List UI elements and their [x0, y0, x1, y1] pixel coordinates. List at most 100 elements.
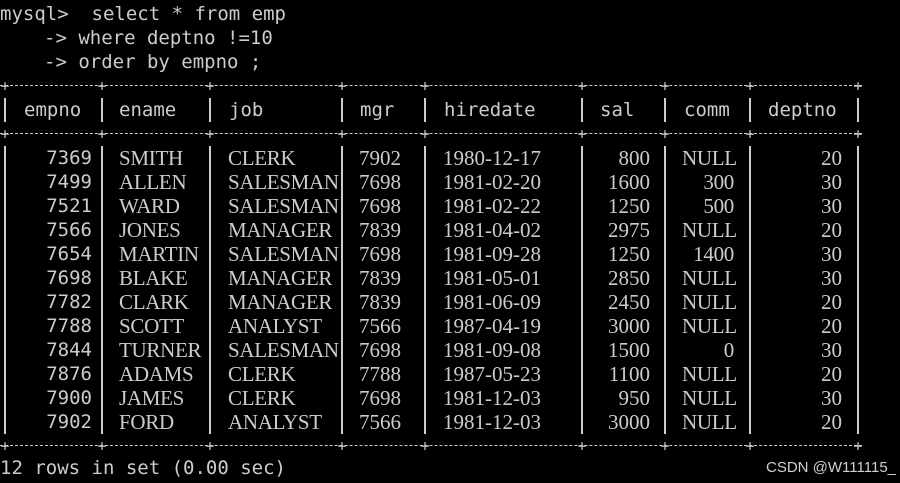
- cell-hiredate: 1981-12-03: [443, 386, 541, 410]
- cell-hiredate: 1981-09-28: [443, 242, 541, 266]
- cell-comm: NULL: [682, 266, 737, 290]
- cell-comm: 500: [703, 194, 734, 218]
- cell-hiredate: 1981-12-03: [443, 410, 541, 434]
- column-header-deptno: deptno: [768, 99, 837, 121]
- column-divider-header: [4, 98, 6, 122]
- border-corner: +: [660, 125, 670, 143]
- border-corner: +: [420, 437, 430, 455]
- border-corner: +: [97, 125, 107, 143]
- column-divider-header: [664, 98, 666, 122]
- border-corner: +: [853, 437, 863, 455]
- cell-sal: 1250: [608, 194, 650, 218]
- cell-deptno: 20: [821, 218, 842, 242]
- cell-comm: NULL: [682, 146, 737, 170]
- cell-mgr: 7698: [359, 170, 401, 194]
- cell-job: CLERK: [228, 362, 296, 386]
- border-corner: +: [337, 77, 347, 95]
- cell-deptno: 30: [821, 386, 842, 410]
- cell-ename: FORD: [119, 410, 174, 434]
- cell-mgr: 7902: [359, 146, 401, 170]
- cell-sal: 950: [618, 386, 651, 410]
- column-header-comm: comm: [684, 99, 730, 121]
- cell-deptno: 20: [821, 410, 842, 434]
- column-divider-body: [424, 146, 426, 434]
- column-divider-body: [581, 146, 583, 434]
- cell-ename: TURNER: [119, 338, 202, 362]
- column-divider-body: [749, 146, 751, 434]
- cell-job: MANAGER: [228, 290, 333, 314]
- cell-ename: MARTIN: [119, 242, 199, 266]
- cell-hiredate: 1987-04-19: [443, 314, 541, 338]
- border-corner: +: [745, 77, 755, 95]
- column-divider-body: [664, 146, 666, 434]
- cell-ename: SCOTT: [119, 314, 185, 338]
- cell-mgr: 7698: [359, 194, 401, 218]
- border-corner: +: [420, 125, 430, 143]
- cell-empno: 7566: [46, 219, 92, 241]
- border-corner: +: [660, 437, 670, 455]
- cell-job: SALESMAN: [228, 194, 339, 218]
- cell-sal: 1500: [608, 338, 650, 362]
- cell-deptno: 30: [821, 170, 842, 194]
- column-header-empno: empno: [24, 99, 82, 121]
- border-corner: +: [853, 77, 863, 95]
- watermark: CSDN @W111115_: [766, 459, 896, 476]
- cell-job: SALESMAN: [228, 170, 339, 194]
- border-corner: +: [205, 437, 215, 455]
- column-divider-header: [341, 98, 343, 122]
- border-corner: +: [420, 77, 430, 95]
- cell-deptno: 20: [821, 362, 842, 386]
- cell-sal: 2975: [608, 218, 650, 242]
- cell-empno: 7788: [46, 315, 92, 337]
- cell-mgr: 7839: [359, 266, 401, 290]
- cell-mgr: 7698: [359, 386, 401, 410]
- cell-comm: 1400: [693, 242, 734, 266]
- cell-sal: 800: [618, 146, 651, 170]
- cell-sal: 3000: [608, 410, 650, 434]
- column-divider-body: [101, 146, 103, 434]
- cell-job: ANALYST: [228, 410, 322, 434]
- cell-comm: NULL: [682, 290, 737, 314]
- column-divider-body: [4, 146, 6, 434]
- border-corner: +: [97, 77, 107, 95]
- cell-ename: WARD: [119, 194, 180, 218]
- column-divider-header: [581, 98, 583, 122]
- cell-mgr: 7566: [359, 410, 401, 434]
- cell-deptno: 20: [821, 290, 842, 314]
- cell-empno: 7499: [46, 171, 92, 193]
- cell-hiredate: 1980-12-17: [443, 146, 541, 170]
- cell-mgr: 7698: [359, 242, 401, 266]
- cell-sal: 1100: [608, 362, 650, 386]
- cell-hiredate: 1987-05-23: [443, 362, 541, 386]
- cell-mgr: 7788: [359, 362, 401, 386]
- query-line-3: -> order by empno ;: [44, 51, 262, 73]
- column-divider-body: [341, 146, 343, 434]
- cell-ename: JAMES: [119, 386, 185, 410]
- cell-empno: 7844: [46, 339, 92, 361]
- cell-sal: 1250: [608, 242, 650, 266]
- table-border-header: [0, 122, 862, 146]
- result-status: 12 rows in set (0.00 sec): [0, 457, 286, 479]
- cell-job: MANAGER: [228, 266, 333, 290]
- cell-hiredate: 1981-02-20: [443, 170, 541, 194]
- border-corner: +: [0, 77, 10, 95]
- cell-ename: JONES: [119, 218, 181, 242]
- table-border-top: [0, 74, 862, 98]
- column-divider-header: [209, 98, 211, 122]
- cell-comm: NULL: [682, 410, 737, 434]
- cell-hiredate: 1981-06-09: [443, 290, 541, 314]
- column-divider-body: [857, 146, 859, 434]
- terminal-window[interactable]: mysql> select * from emp -> where deptno…: [0, 0, 900, 483]
- cell-sal: 2850: [608, 266, 650, 290]
- cell-ename: CLARK: [119, 290, 189, 314]
- column-divider-header: [749, 98, 751, 122]
- border-corner: +: [337, 437, 347, 455]
- cell-comm: NULL: [682, 218, 737, 242]
- cell-mgr: 7698: [359, 338, 401, 362]
- cell-deptno: 30: [821, 338, 842, 362]
- cell-sal: 3000: [608, 314, 650, 338]
- query-line-1: mysql> select * from emp: [0, 3, 286, 25]
- cell-hiredate: 1981-02-22: [443, 194, 541, 218]
- border-corner: +: [0, 437, 10, 455]
- cell-ename: SMITH: [119, 146, 183, 170]
